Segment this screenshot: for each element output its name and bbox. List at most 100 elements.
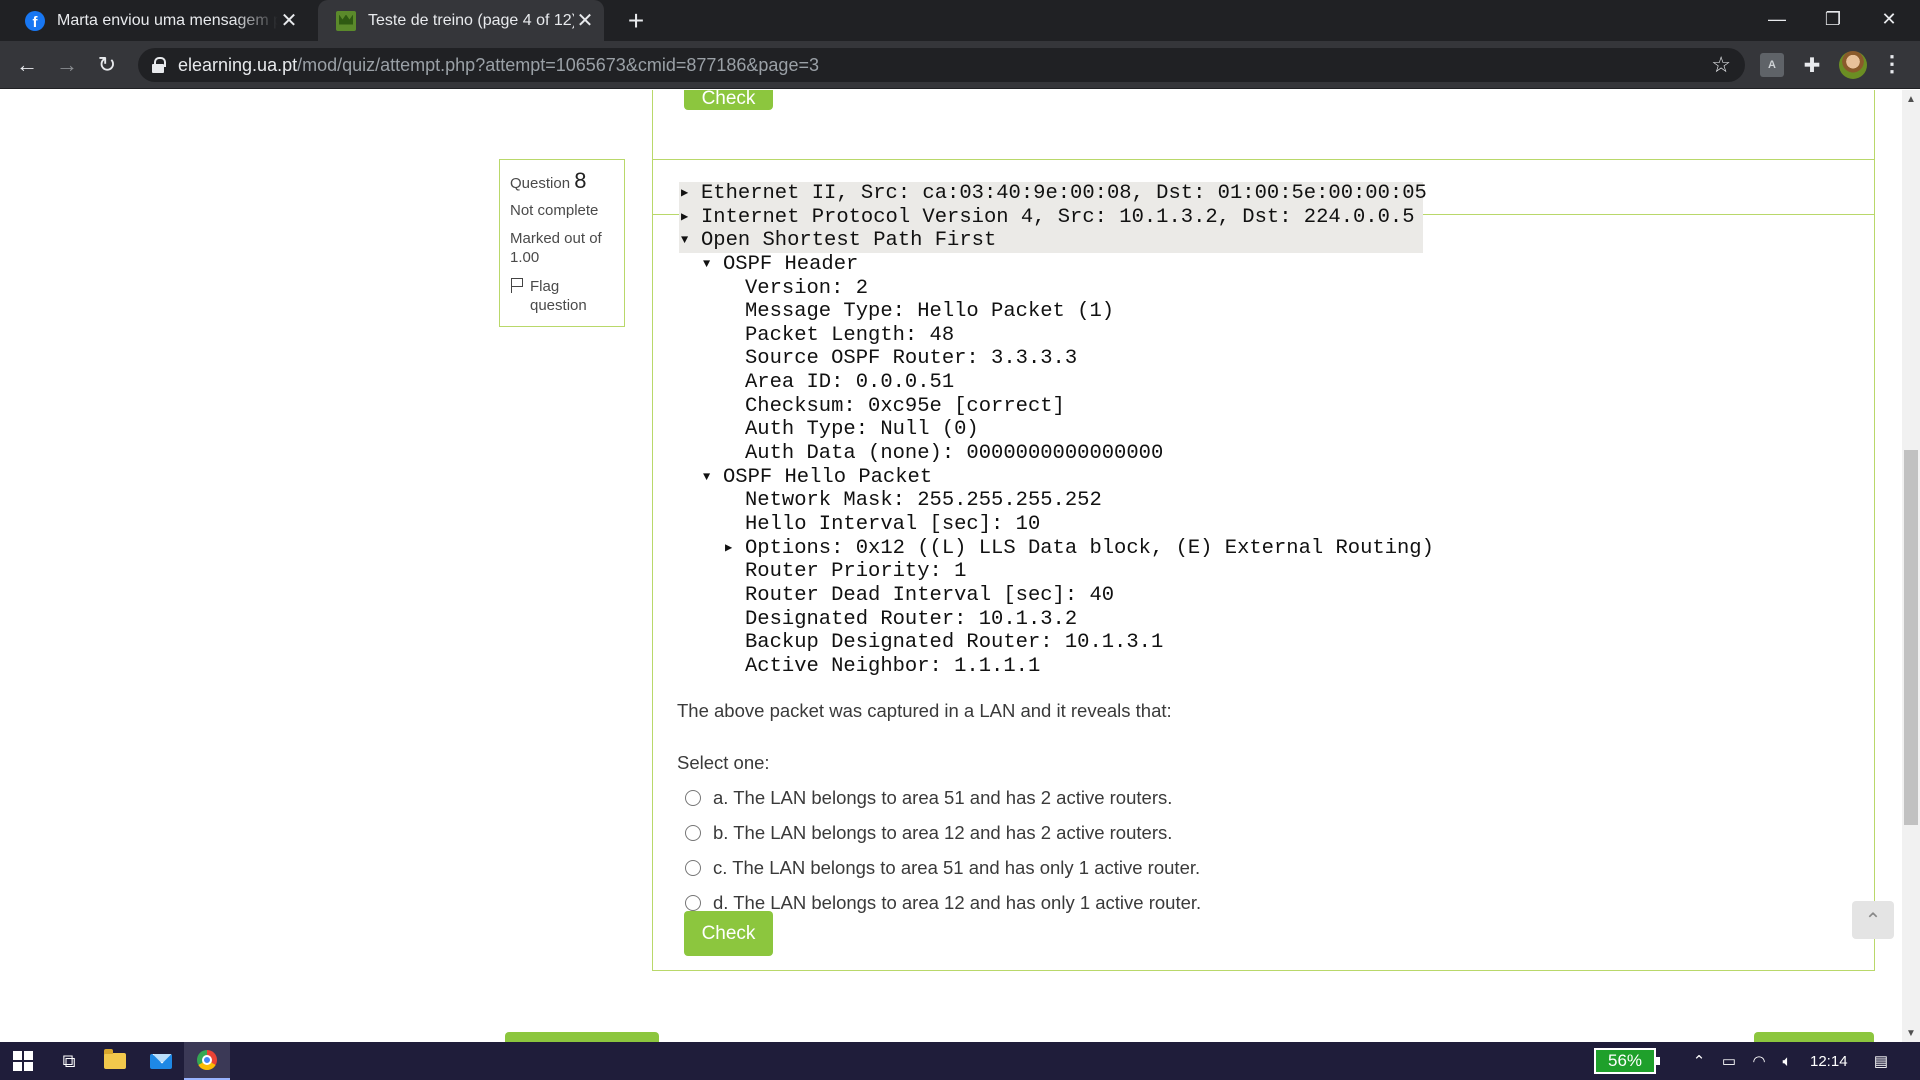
packet-dissection: ▶ Ethernet II, Src: ca:03:40:9e:00:08, Ds… xyxy=(679,182,1434,678)
collapse-arrow-icon[interactable]: ▼ xyxy=(701,466,723,490)
back-icon[interactable]: ← xyxy=(11,49,43,81)
ua-moodle-icon xyxy=(336,10,356,31)
windows-taskbar: ⧉ 56% ⌃ ▭ ◠ 🔈︎ 12:14 ▤ xyxy=(0,1042,1920,1080)
next-page-button[interactable] xyxy=(1754,1032,1874,1042)
previous-page-button[interactable] xyxy=(505,1032,659,1042)
answer-label: a. The LAN belongs to area 51 and has 2 … xyxy=(713,787,1173,808)
expand-arrow-icon[interactable]: ▶ xyxy=(679,206,701,230)
close-tab-icon[interactable]: ✕ xyxy=(278,10,300,32)
packet-frame-ospf[interactable]: ▼ Open Shortest Path First xyxy=(679,229,1423,253)
wifi-icon[interactable]: ◠ xyxy=(1746,1042,1772,1080)
node-label: OSPF Header xyxy=(723,252,859,276)
expand-arrow-icon[interactable]: ▶ xyxy=(723,537,745,561)
tab-facebook[interactable]: f Marta enviou uma mensagem para você ✕ xyxy=(8,0,308,41)
flag-question-link[interactable]: Flag question xyxy=(510,277,614,315)
expand-arrow-icon[interactable]: ▶ xyxy=(679,182,701,206)
answer-label: d. The LAN belongs to area 12 and has on… xyxy=(713,892,1202,913)
pdf-extension-icon[interactable]: A xyxy=(1760,53,1784,77)
radio-button[interactable] xyxy=(685,825,701,841)
collapse-arrow-icon[interactable]: ▼ xyxy=(679,229,701,253)
file-explorer-icon[interactable] xyxy=(92,1042,138,1080)
check-button[interactable]: Check xyxy=(684,911,773,956)
radio-button[interactable] xyxy=(685,860,701,876)
packet-field: Packet Length: 48 xyxy=(745,323,955,347)
bookmark-star-icon[interactable]: ☆ xyxy=(1711,52,1731,78)
packet-field: Active Neighbor: 1.1.1.1 xyxy=(745,654,1041,678)
tab-strip: f Marta enviou uma mensagem para você ✕ … xyxy=(0,0,1920,41)
packet-field: Router Dead Interval [sec]: 40 xyxy=(745,583,1115,607)
page-content: Check Question 8 Not complete Marked out… xyxy=(0,90,1902,1042)
select-prompt: Select one: xyxy=(677,752,770,773)
address-bar[interactable]: elearning.ua.pt/mod/quiz/attempt.php?att… xyxy=(138,48,1745,82)
task-view-icon[interactable]: ⧉ xyxy=(46,1042,92,1080)
flag-icon xyxy=(510,277,524,293)
packet-frame-ethernet[interactable]: ▶ Ethernet II, Src: ca:03:40:9e:00:08, Ds… xyxy=(679,182,1427,206)
extensions-puzzle-icon[interactable]: ✚ xyxy=(1800,53,1824,77)
packet-field: Auth Type: Null (0) xyxy=(745,418,979,442)
volume-icon[interactable]: 🔈︎ xyxy=(1774,1042,1800,1080)
answer-label: c. The LAN belongs to area 51 and has on… xyxy=(713,857,1201,878)
question-number-value: 8 xyxy=(574,168,587,193)
tab-title: Marta enviou uma mensagem para você xyxy=(57,11,278,29)
battery-percentage: 56% xyxy=(1594,1048,1660,1074)
url-text[interactable]: elearning.ua.pt/mod/quiz/attempt.php?att… xyxy=(178,55,819,76)
answer-option-a[interactable]: a. The LAN belongs to area 51 and has 2 … xyxy=(685,785,1172,811)
question-number: Question 8 xyxy=(510,168,614,194)
mail-icon[interactable] xyxy=(138,1042,184,1080)
answer-option-c[interactable]: c. The LAN belongs to area 51 and has on… xyxy=(685,855,1200,881)
tab-quiz[interactable]: Teste de treino (page 4 of 12) ✕ xyxy=(318,0,604,41)
question-grade: Marked out of 1.00 xyxy=(510,230,602,266)
frame-label: Ethernet II, Src: ca:03:40:9e:00:08, Dst… xyxy=(701,182,1427,205)
new-tab-icon[interactable]: + xyxy=(621,5,651,36)
url-host: elearning.ua.pt xyxy=(178,55,298,75)
radio-button[interactable] xyxy=(685,895,701,911)
close-tab-icon[interactable]: ✕ xyxy=(574,10,596,32)
minimize-icon[interactable]: — xyxy=(1754,0,1800,38)
node-label: OSPF Hello Packet xyxy=(723,465,933,489)
ospf-hello-node[interactable]: ▼ OSPF Hello Packet xyxy=(679,466,1434,490)
ospf-header-node[interactable]: ▼ OSPF Header xyxy=(679,253,1434,277)
packet-field: Checksum: 0xc95e [correct] xyxy=(745,394,1065,418)
forward-icon[interactable]: → xyxy=(51,49,83,81)
profile-avatar[interactable] xyxy=(1839,51,1867,79)
vertical-scrollbar[interactable]: ▲ ▼ xyxy=(1902,90,1920,1042)
answer-option-b[interactable]: b. The LAN belongs to area 12 and has 2 … xyxy=(685,820,1172,846)
chrome-taskbar-icon[interactable] xyxy=(184,1042,230,1080)
node-label: Options: 0x12 ((L) LLS Data block, (E) E… xyxy=(745,536,1434,560)
menu-kebab-icon[interactable]: ⋮ xyxy=(1880,49,1904,79)
packet-field: Router Priority: 1 xyxy=(745,560,967,584)
question-text: The above packet was captured in a LAN a… xyxy=(677,700,1172,721)
scroll-down-arrow-icon[interactable]: ▼ xyxy=(1902,1024,1920,1042)
packet-frame-ipv4[interactable]: ▶ Internet Protocol Version 4, Src: 10.1.… xyxy=(679,205,1423,230)
packet-field: Backup Designated Router: 10.1.3.1 xyxy=(745,631,1164,655)
scroll-up-arrow-icon[interactable]: ▲ xyxy=(1902,90,1920,108)
scrollbar-thumb[interactable] xyxy=(1904,450,1918,825)
battery-icon[interactable]: ▭ xyxy=(1716,1042,1742,1080)
notifications-icon[interactable]: ▤ xyxy=(1866,1042,1896,1080)
scroll-to-top-button[interactable]: ⌃ xyxy=(1852,901,1894,939)
facebook-icon: f xyxy=(25,10,45,31)
radio-button[interactable] xyxy=(685,790,701,806)
taskbar-clock[interactable]: 12:14 xyxy=(1810,1042,1848,1080)
windows-logo-icon xyxy=(13,1051,33,1071)
restore-icon[interactable]: ❐ xyxy=(1810,0,1856,38)
question-state: Not complete xyxy=(510,202,599,219)
url-path: /mod/quiz/attempt.php?attempt=1065673&cm… xyxy=(297,55,819,75)
lock-icon[interactable] xyxy=(152,57,166,73)
packet-field: Message Type: Hello Packet (1) xyxy=(745,300,1115,324)
frame-label: Open Shortest Path First xyxy=(701,229,997,253)
packet-field: Designated Router: 10.1.3.2 xyxy=(745,607,1078,631)
tray-chevron-icon[interactable]: ⌃ xyxy=(1686,1042,1712,1080)
packet-field: Version: 2 xyxy=(745,276,869,300)
reload-icon[interactable]: ↻ xyxy=(91,49,123,81)
collapse-arrow-icon[interactable]: ▼ xyxy=(701,253,723,277)
tab-title: Teste de treino (page 4 of 12) xyxy=(368,11,574,29)
previous-check-label: Check xyxy=(701,90,756,109)
options-node[interactable]: ▶ Options: 0x12 ((L) LLS Data block, (E) … xyxy=(679,537,1434,561)
previous-check-button[interactable]: Check xyxy=(684,90,773,110)
start-button[interactable] xyxy=(0,1042,46,1080)
packet-field: Source OSPF Router: 3.3.3.3 xyxy=(745,347,1078,371)
window-close-icon[interactable]: ✕ xyxy=(1866,0,1912,38)
packet-field: Auth Data (none): 0000000000000000 xyxy=(745,442,1164,466)
flag-label: Flag question xyxy=(530,278,587,314)
